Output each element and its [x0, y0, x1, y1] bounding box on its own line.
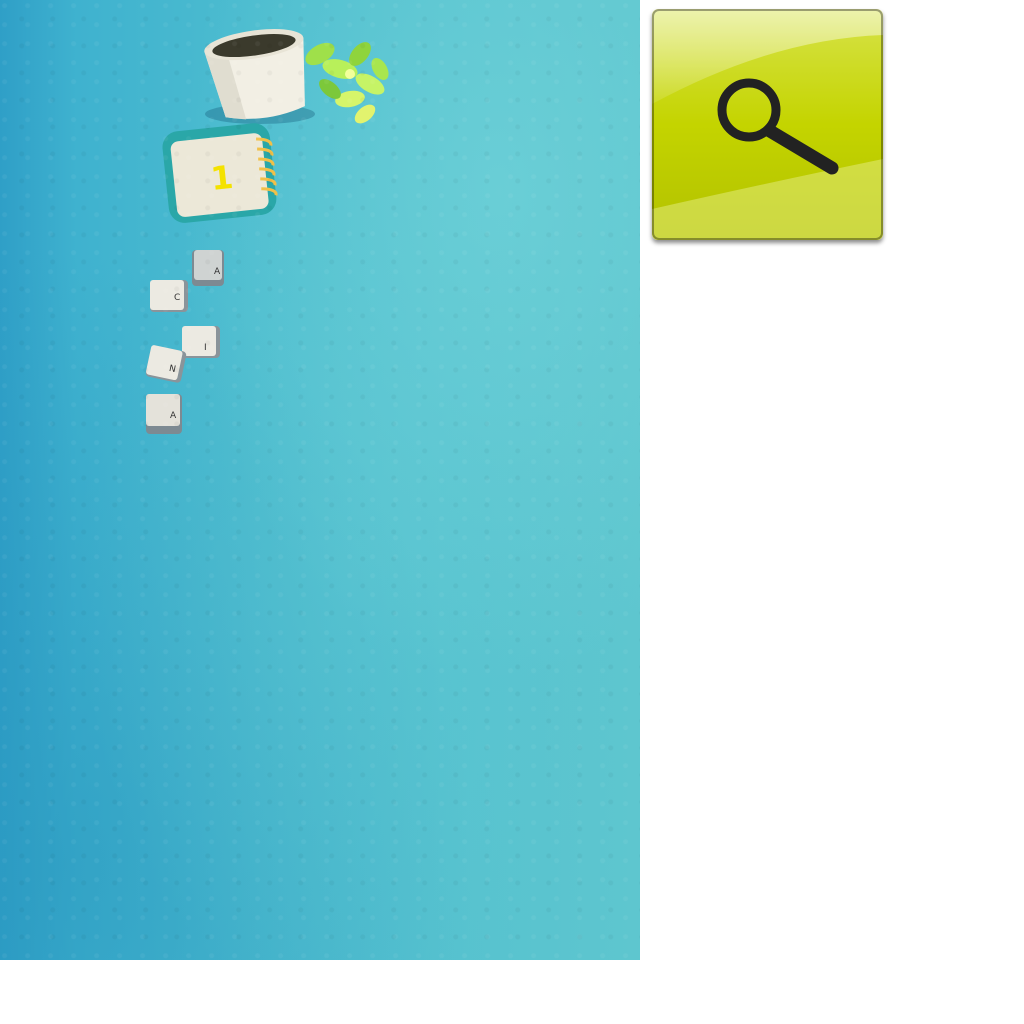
screen: 1 A C I N A	[0, 0, 1024, 1024]
potted-plant-image	[200, 14, 400, 134]
magnifying-glass-icon	[652, 9, 883, 240]
keycap-label: A	[214, 267, 221, 277]
wallpaper-background: 1 A C I N A	[0, 0, 640, 960]
search-button[interactable]	[652, 9, 883, 240]
keycap-a-top: A	[190, 248, 224, 286]
keycap-label: C	[174, 293, 180, 303]
keycap-label: A	[170, 411, 177, 421]
notepad-number: 1	[209, 158, 235, 198]
keycap-c: C	[148, 278, 188, 312]
keycap-label: I	[204, 343, 207, 353]
keycap-n: N	[144, 344, 187, 383]
notepad-image: 1	[160, 118, 300, 238]
keycap-a-bottom: A	[144, 392, 182, 434]
